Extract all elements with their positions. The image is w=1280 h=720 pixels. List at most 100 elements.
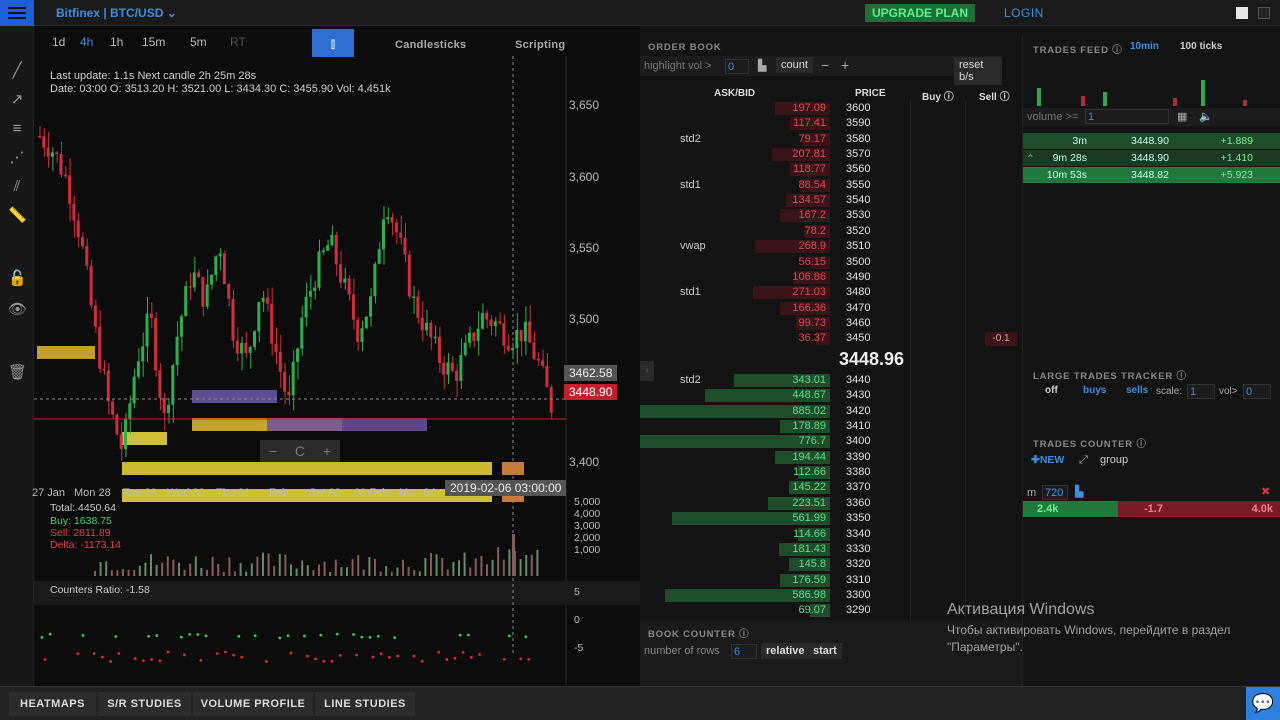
ask-row[interactable]: 106.86 3490 (640, 270, 1022, 285)
lock-icon[interactable]: 🔓 (8, 270, 27, 288)
plus-icon[interactable]: + (841, 57, 849, 73)
ask-row[interactable]: 99.73 3460 (640, 316, 1022, 331)
off-toggle[interactable]: off (1045, 385, 1058, 396)
ask-row[interactable]: 79.17 3580 std2 (640, 132, 1022, 147)
heatmap-band (502, 462, 524, 475)
ask-row[interactable]: 207.81 3570 (640, 147, 1022, 162)
ask-row[interactable]: 271.03 3480 std1 (640, 285, 1022, 300)
trash-icon[interactable]: 🗑 (8, 364, 27, 382)
ask-row[interactable]: 167.2 3530 (640, 208, 1022, 223)
start-button[interactable]: start (808, 643, 842, 659)
hamburger-menu-icon[interactable] (0, 0, 34, 26)
horizontal-lines-tool-icon[interactable]: ≡ (8, 120, 26, 138)
collapse-arrow-icon[interactable]: › (640, 361, 654, 381)
rows-input[interactable] (731, 644, 757, 659)
candle-body (270, 303, 274, 344)
bid-row[interactable]: 448.67 3430 (640, 388, 1022, 403)
close-icon[interactable]: ✖ (1261, 485, 1270, 498)
trade-row[interactable]: 3m 3448.90 +1.889 (1023, 133, 1280, 149)
info-icon[interactable]: ⓘ (1176, 371, 1186, 382)
sells-toggle[interactable]: sells (1126, 385, 1148, 396)
ask-row[interactable]: 118.77 3560 (640, 162, 1022, 177)
buys-toggle[interactable]: buys (1083, 385, 1106, 396)
zoom-reset-button[interactable]: C (295, 443, 305, 459)
tf-15m[interactable]: 15m (142, 35, 165, 49)
fullscreen-icon[interactable] (1258, 7, 1270, 19)
pair-selector[interactable]: Bitfinex | BTC/USD ⌄ (56, 6, 177, 20)
bid-row[interactable]: 145.22 3370 (640, 480, 1022, 495)
tab-heatmaps[interactable]: HEATMAPS (9, 692, 96, 716)
bid-row[interactable]: 885.02 3420 (640, 404, 1022, 419)
tab-sr-studies[interactable]: S/R STUDIES (98, 692, 191, 716)
bid-row[interactable]: 194.44 3390 (640, 450, 1022, 465)
ask-row[interactable]: 166.36 3470 (640, 301, 1022, 316)
ask-row[interactable]: 197.09 3600 (640, 101, 1022, 116)
bid-row[interactable]: 112.66 3380 (640, 465, 1022, 480)
tab-100ticks[interactable]: 100 ticks (1180, 41, 1222, 52)
new-counter-button[interactable]: ✚NEW (1031, 454, 1064, 466)
upgrade-plan-button[interactable]: UPGRADE PLAN (865, 4, 975, 22)
ask-row[interactable]: 78.2 3520 (640, 224, 1022, 239)
volume-bar (390, 571, 393, 576)
calculator-icon[interactable]: ▦ (1177, 110, 1187, 123)
tab-volume-profile[interactable]: VOLUME PROFILE (193, 692, 313, 716)
date-tick: Tue 29 (123, 487, 157, 499)
m-input[interactable] (1042, 485, 1068, 500)
tf-5m[interactable]: 5m (190, 35, 207, 49)
col-askbid: ASK/BID (714, 88, 756, 99)
ask-row[interactable]: 117.41 3590 (640, 116, 1022, 131)
bar-chart-icon[interactable]: ▙ (758, 59, 766, 72)
zoom-in-button[interactable]: + (323, 443, 331, 459)
volume-input[interactable] (1085, 109, 1169, 124)
trade-row[interactable]: 10m 53s 3448.82 +5.923 (1023, 167, 1280, 183)
reset-bs-button[interactable]: reset b/s (954, 57, 1002, 85)
bid-row[interactable]: 776.7 3400 (640, 434, 1022, 449)
info-icon[interactable]: ⓘ (1136, 439, 1146, 450)
eye-icon[interactable]: 👁 (8, 301, 27, 319)
info-icon[interactable]: ⓘ (1112, 45, 1122, 56)
tf-4h[interactable]: 4h (80, 35, 93, 49)
bid-row[interactable]: 176.59 3310 (640, 573, 1022, 588)
arrow-line-tool-icon[interactable]: ↗ (8, 91, 26, 109)
ask-row[interactable]: 56.15 3500 (640, 255, 1022, 270)
ask-row[interactable]: 36.37 3450 (640, 331, 1022, 346)
highlight-vol-input[interactable] (725, 59, 749, 74)
tab-10min[interactable]: 10min (1130, 41, 1159, 52)
bid-row[interactable]: 561.99 3350 (640, 511, 1022, 526)
zoom-out-button[interactable]: − (269, 443, 277, 459)
fib-tool-icon[interactable]: ⋰ (8, 149, 26, 167)
candle-body (532, 342, 536, 359)
bid-row[interactable]: 114.66 3340 (640, 527, 1022, 542)
relative-button[interactable]: relative (761, 643, 810, 659)
line-tool-icon[interactable]: ╱ (8, 62, 26, 80)
scale-input[interactable] (1187, 384, 1215, 399)
bid-row[interactable]: 223.51 3360 (640, 496, 1022, 511)
candle-settings-button[interactable]: ⫾ (312, 29, 354, 57)
ask-row[interactable]: 134.57 3540 (640, 193, 1022, 208)
ruler-tool-icon[interactable]: 📏 (8, 207, 27, 225)
channel-tool-icon[interactable]: ⫽ (8, 178, 26, 196)
window-icon[interactable] (1236, 7, 1248, 19)
chart-icon[interactable]: ▙ (1075, 485, 1083, 498)
trade-row[interactable]: 9m 28s 3448.90 +1.410 ⌃ (1023, 150, 1280, 166)
vol-input[interactable] (1243, 384, 1271, 399)
tab-line-studies[interactable]: LINE STUDIES (315, 692, 415, 716)
info-icon[interactable]: ⓘ (739, 629, 749, 640)
count-button[interactable]: count (776, 57, 813, 73)
tab-scripting[interactable]: Scripting (515, 39, 565, 51)
bid-row[interactable]: 343.01 3440 std2 (640, 373, 1022, 388)
tf-1h[interactable]: 1h (110, 35, 123, 49)
tf-1d[interactable]: 1d (52, 35, 65, 49)
login-link[interactable]: LOGIN (1004, 6, 1044, 20)
chat-icon[interactable]: 💬 (1246, 687, 1280, 720)
tf-rt[interactable]: RT (230, 35, 246, 49)
minus-icon[interactable]: − (821, 57, 829, 73)
ask-row[interactable]: 268.9 3510 vwap (640, 239, 1022, 254)
expand-icon[interactable]: ⤢ (1079, 454, 1088, 467)
tab-candlesticks[interactable]: Candlesticks (395, 39, 466, 51)
bid-row[interactable]: 181.43 3330 (640, 542, 1022, 557)
sound-icon[interactable]: 🔈 (1199, 110, 1213, 123)
ask-row[interactable]: 88.54 3550 std1 (640, 178, 1022, 193)
bid-row[interactable]: 145.8 3320 (640, 557, 1022, 572)
bid-row[interactable]: 178.89 3410 (640, 419, 1022, 434)
